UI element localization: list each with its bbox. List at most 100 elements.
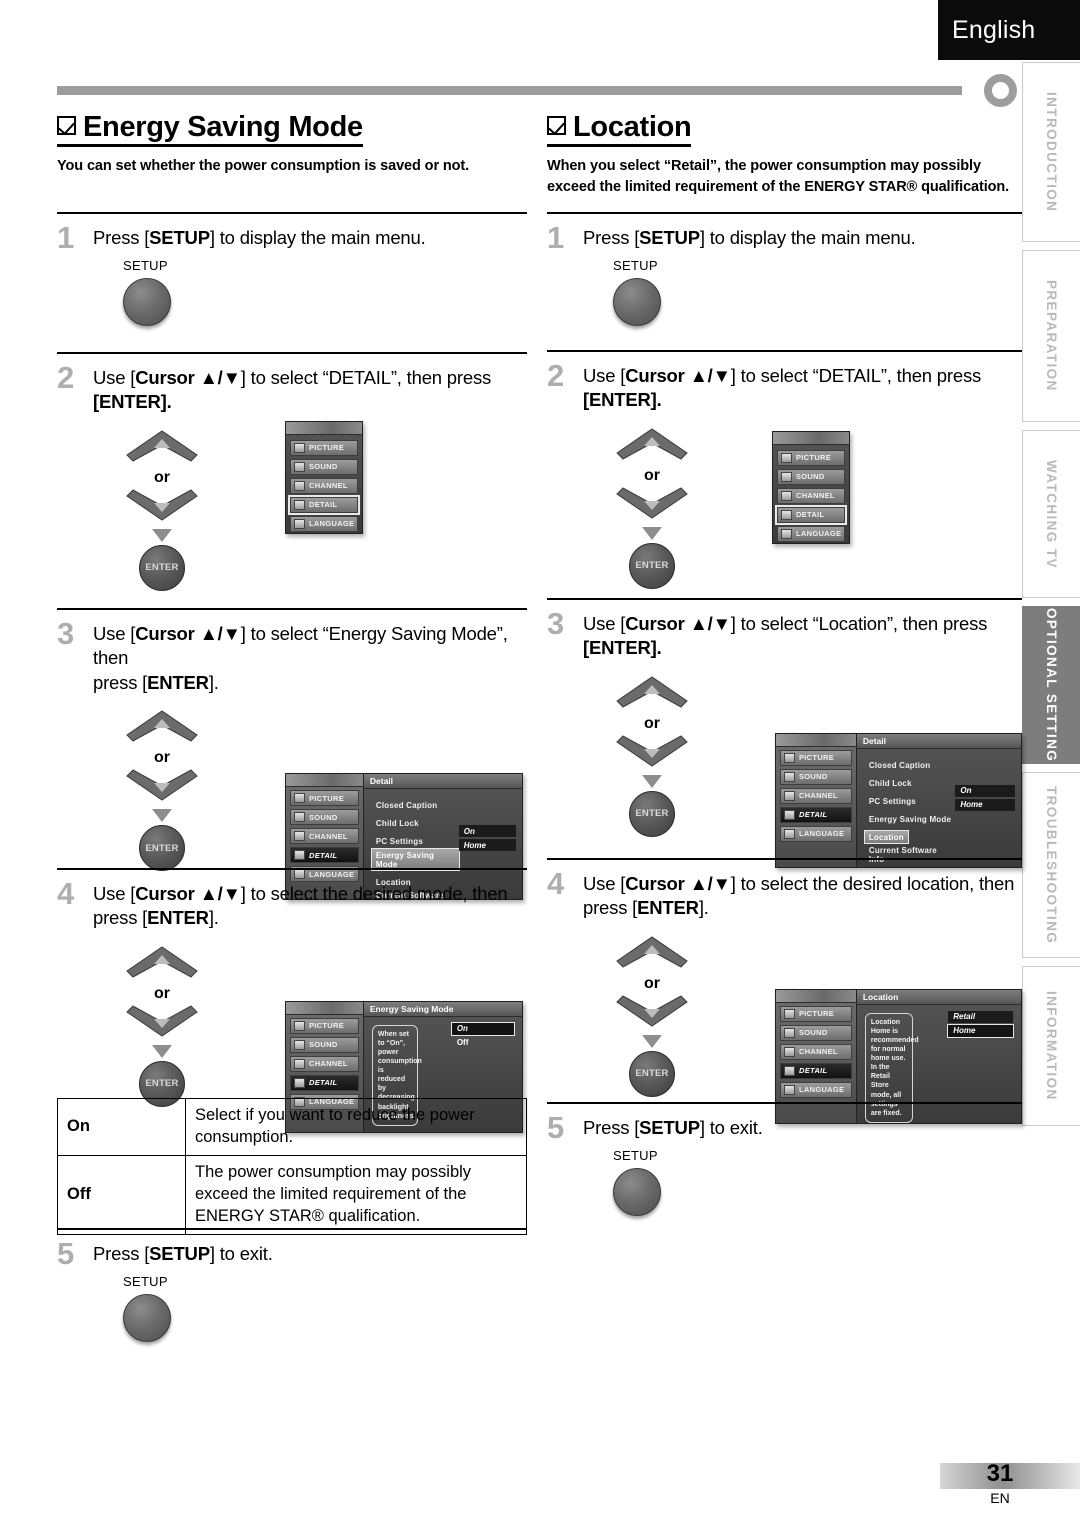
enter-button[interactable]: ENTER: [629, 542, 675, 589]
setup-button-group: SETUP: [123, 1274, 527, 1343]
osd-row-pc-settings[interactable]: PC Settings: [372, 836, 427, 848]
detail-icon: [294, 1077, 305, 1088]
osd-option-home[interactable]: Home: [947, 1023, 1014, 1038]
cursor-down-icon[interactable]: [125, 1004, 199, 1038]
osd-row-closed-caption[interactable]: Closed Caption: [865, 759, 934, 771]
osd-menu-item-language[interactable]: LANGUAGE: [780, 1081, 852, 1098]
osd-menu-item-detail[interactable]: DETAIL: [780, 806, 852, 823]
header-rule: [57, 86, 962, 95]
picture-icon: [294, 442, 305, 453]
osd-row-child-lock[interactable]: Child Lock: [865, 777, 916, 789]
osd-menu-item-picture[interactable]: PICTURE: [290, 1017, 359, 1034]
setup-button[interactable]: [613, 1168, 661, 1217]
osd-menu-item-picture[interactable]: PICTURE: [290, 790, 359, 807]
cursor-up-icon[interactable]: [125, 945, 199, 979]
setup-button-group: SETUP: [613, 258, 1022, 327]
step-instruction: Use [Cursor ▲/▼] to select the desired l…: [583, 873, 1015, 919]
osd-row-location[interactable]: Location: [863, 830, 909, 845]
sound-icon: [294, 1039, 305, 1050]
osd-option-on[interactable]: On: [450, 1021, 516, 1036]
step-number: 4: [57, 876, 75, 911]
osd-menu-item-channel[interactable]: CHANNEL: [290, 477, 358, 494]
osd-menu-item-picture[interactable]: PICTURE: [290, 439, 358, 456]
osd-menu-item-sound[interactable]: SOUND: [290, 1036, 359, 1053]
osd-top-bar: [286, 774, 363, 788]
sidebar-item-optional-setting[interactable]: OPTIONAL SETTING: [1022, 606, 1080, 764]
sidebar-item-information[interactable]: INFORMATION: [1022, 966, 1080, 1126]
or-label: or: [154, 984, 170, 1002]
cursor-down-icon[interactable]: [125, 768, 199, 802]
osd-menu-item-picture[interactable]: PICTURE: [780, 1005, 852, 1022]
sidebar-item-introduction[interactable]: INTRODUCTION: [1022, 62, 1080, 242]
cursor-up-icon[interactable]: [125, 709, 199, 743]
osd-menu-item-sound[interactable]: SOUND: [780, 1024, 852, 1041]
osd-option-retail[interactable]: Retail: [948, 1010, 1013, 1023]
setup-button[interactable]: [123, 278, 171, 327]
channel-icon: [294, 1058, 305, 1069]
setup-button[interactable]: [123, 1294, 171, 1343]
cursor-up-icon[interactable]: [125, 429, 199, 463]
mode-description-table: On Select if you want to reduce the powe…: [57, 1098, 527, 1235]
or-label: or: [154, 749, 170, 767]
enter-button[interactable]: ENTER: [139, 825, 185, 872]
table-cell-value-off: The power consumption may possibly excee…: [185, 1154, 527, 1235]
osd-menu-item-channel[interactable]: CHANNEL: [780, 787, 852, 804]
osd-menu-item-detail[interactable]: DETAIL: [780, 1062, 852, 1079]
enter-button[interactable]: ENTER: [629, 1050, 675, 1097]
osd-menu-item-sound[interactable]: SOUND: [780, 768, 852, 785]
right-section-description: When you select “Retail”, the power cons…: [547, 158, 1010, 196]
sidebar-item-preparation[interactable]: PREPARATION: [1022, 250, 1080, 422]
checkbox-icon: [57, 115, 76, 135]
table-row: On Select if you want to reduce the powe…: [57, 1098, 527, 1156]
cursor-down-icon[interactable]: [615, 734, 689, 768]
osd-menu-item-sound[interactable]: SOUND: [290, 809, 359, 826]
osd-menu-item-detail[interactable]: DETAIL: [775, 504, 847, 525]
osd-menu-item-picture[interactable]: PICTURE: [780, 749, 852, 766]
osd-menu-item-channel[interactable]: CHANNEL: [780, 1043, 852, 1060]
channel-icon: [294, 480, 305, 491]
cursor-button-group: or ENTER: [609, 935, 695, 1097]
osd-row-child-lock[interactable]: Child Lock: [372, 818, 423, 830]
sidebar-item-troubleshooting[interactable]: TROUBLESHOOTING: [1022, 772, 1080, 958]
page-language-code: EN: [990, 1490, 1010, 1506]
enter-button[interactable]: ENTER: [629, 790, 675, 837]
setup-button-group: SETUP: [613, 1148, 1022, 1217]
osd-menu-item-channel[interactable]: CHANNEL: [290, 1055, 359, 1072]
step-number: 1: [57, 220, 75, 255]
step-instruction: Use [Cursor ▲/▼] to select “Energy Savin…: [93, 623, 508, 693]
setup-button[interactable]: [613, 278, 661, 327]
osd-row-energy-saving-mode[interactable]: Energy Saving Mode: [865, 813, 955, 825]
osd-menu-item-language[interactable]: LANGUAGE: [290, 515, 358, 532]
osd-menu-item-channel[interactable]: CHANNEL: [777, 487, 845, 504]
osd-menu-item-detail[interactable]: DETAIL: [290, 1074, 359, 1091]
cursor-down-icon[interactable]: [615, 994, 689, 1028]
sidebar-item-label: WATCHING TV: [1044, 459, 1059, 569]
cursor-down-icon[interactable]: [125, 488, 199, 522]
osd-menu-item-language[interactable]: LANGUAGE: [777, 525, 845, 542]
detail-icon: [784, 809, 795, 820]
cursor-up-icon[interactable]: [615, 427, 689, 461]
step-number: 1: [547, 220, 565, 255]
step-number: 5: [57, 1236, 75, 1271]
osd-menu-item-sound[interactable]: SOUND: [777, 468, 845, 485]
osd-option-off[interactable]: Off: [452, 1037, 514, 1049]
section-tab-rail: INTRODUCTION PREPARATION WATCHING TV OPT…: [1022, 62, 1080, 1126]
cursor-up-icon[interactable]: [615, 935, 689, 969]
cursor-up-icon[interactable]: [615, 675, 689, 709]
enter-button[interactable]: ENTER: [139, 544, 185, 591]
table-row: Off The power consumption may possibly e…: [57, 1154, 527, 1235]
osd-row-pc-settings[interactable]: PC Settings: [865, 795, 920, 807]
osd-row-closed-caption[interactable]: Closed Caption: [372, 800, 441, 812]
cursor-down-icon[interactable]: [615, 486, 689, 520]
osd-menu-item-channel[interactable]: CHANNEL: [290, 828, 359, 845]
or-label: or: [644, 714, 660, 732]
osd-menu-item-language[interactable]: LANGUAGE: [780, 825, 852, 842]
osd-menu-item-detail[interactable]: DETAIL: [288, 494, 360, 515]
left-step-1: 1 Press [SETUP] to display the main menu…: [57, 212, 527, 327]
osd-menu-item-picture[interactable]: PICTURE: [777, 449, 845, 466]
osd-menu-item-detail[interactable]: DETAIL: [290, 847, 359, 864]
osd-menu-item-sound[interactable]: SOUND: [290, 458, 358, 475]
detail-icon: [294, 850, 305, 861]
sidebar-item-watching-tv[interactable]: WATCHING TV: [1022, 430, 1080, 598]
osd-option-list: Closed Caption Child Lock PC Settings En…: [857, 749, 956, 867]
